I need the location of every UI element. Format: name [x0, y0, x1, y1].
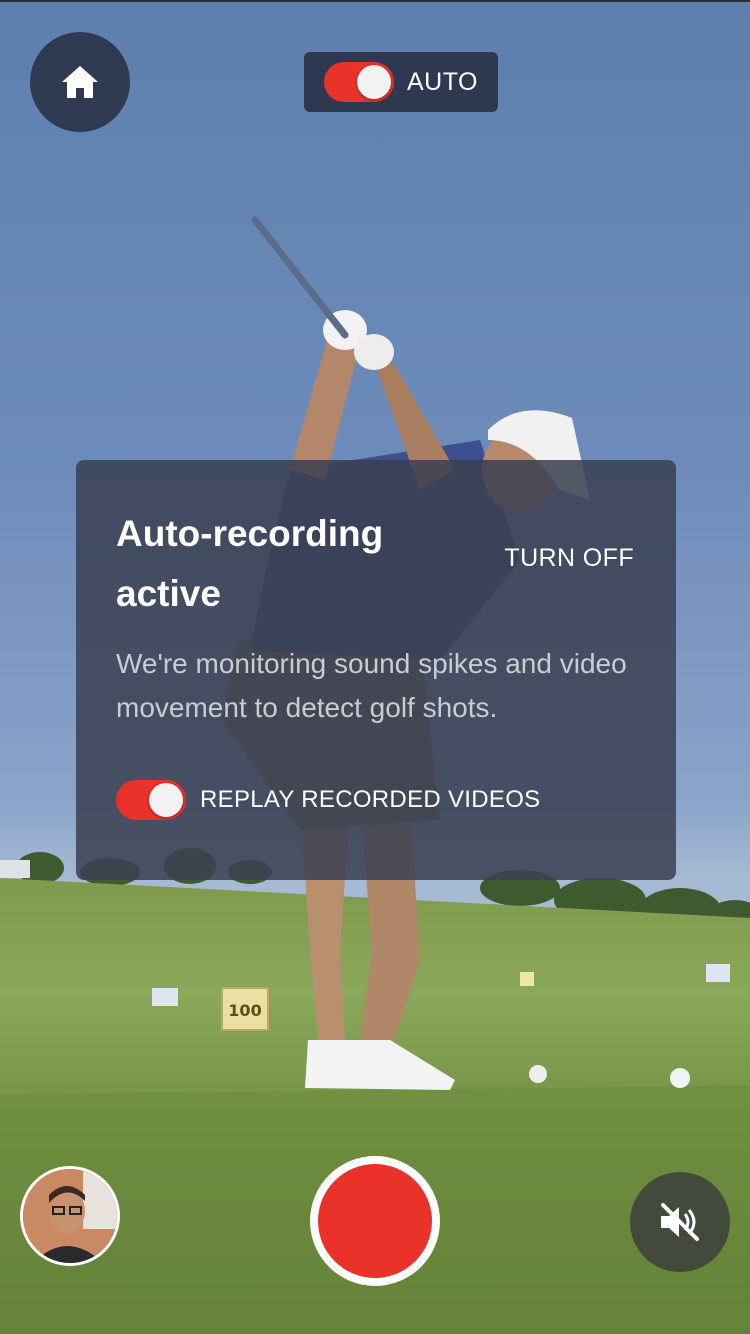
camera-screen: 100 AUTO Auto-recording active TURN OFF … — [0, 0, 750, 1334]
replay-label: REPLAY RECORDED VIDEOS — [200, 786, 541, 813]
replay-switch[interactable] — [116, 780, 186, 820]
volume-muted-icon — [661, 1203, 699, 1241]
record-button-core — [318, 1164, 432, 1278]
front-camera-preview[interactable] — [20, 1166, 120, 1266]
auto-recording-card: Auto-recording active TURN OFF We're mon… — [76, 460, 676, 880]
auto-switch[interactable] — [324, 62, 394, 102]
mute-button[interactable] — [630, 1172, 730, 1272]
selfie-avatar — [23, 1169, 117, 1263]
replay-switch-knob — [149, 783, 183, 817]
card-title: Auto-recording active — [116, 513, 384, 614]
auto-label: AUTO — [407, 67, 478, 96]
home-button[interactable] — [30, 32, 130, 132]
card-description: We're monitoring sound spikes and video … — [116, 648, 627, 723]
auto-mode-toggle[interactable]: AUTO — [304, 52, 498, 112]
record-button[interactable] — [310, 1156, 440, 1286]
status-divider — [0, 0, 750, 2]
svg-text:100: 100 — [228, 1001, 261, 1020]
home-icon — [62, 66, 98, 98]
turn-off-button[interactable]: TURN OFF — [504, 544, 634, 573]
auto-switch-knob — [357, 65, 391, 99]
replay-recorded-videos-toggle[interactable]: REPLAY RECORDED VIDEOS — [116, 780, 540, 820]
